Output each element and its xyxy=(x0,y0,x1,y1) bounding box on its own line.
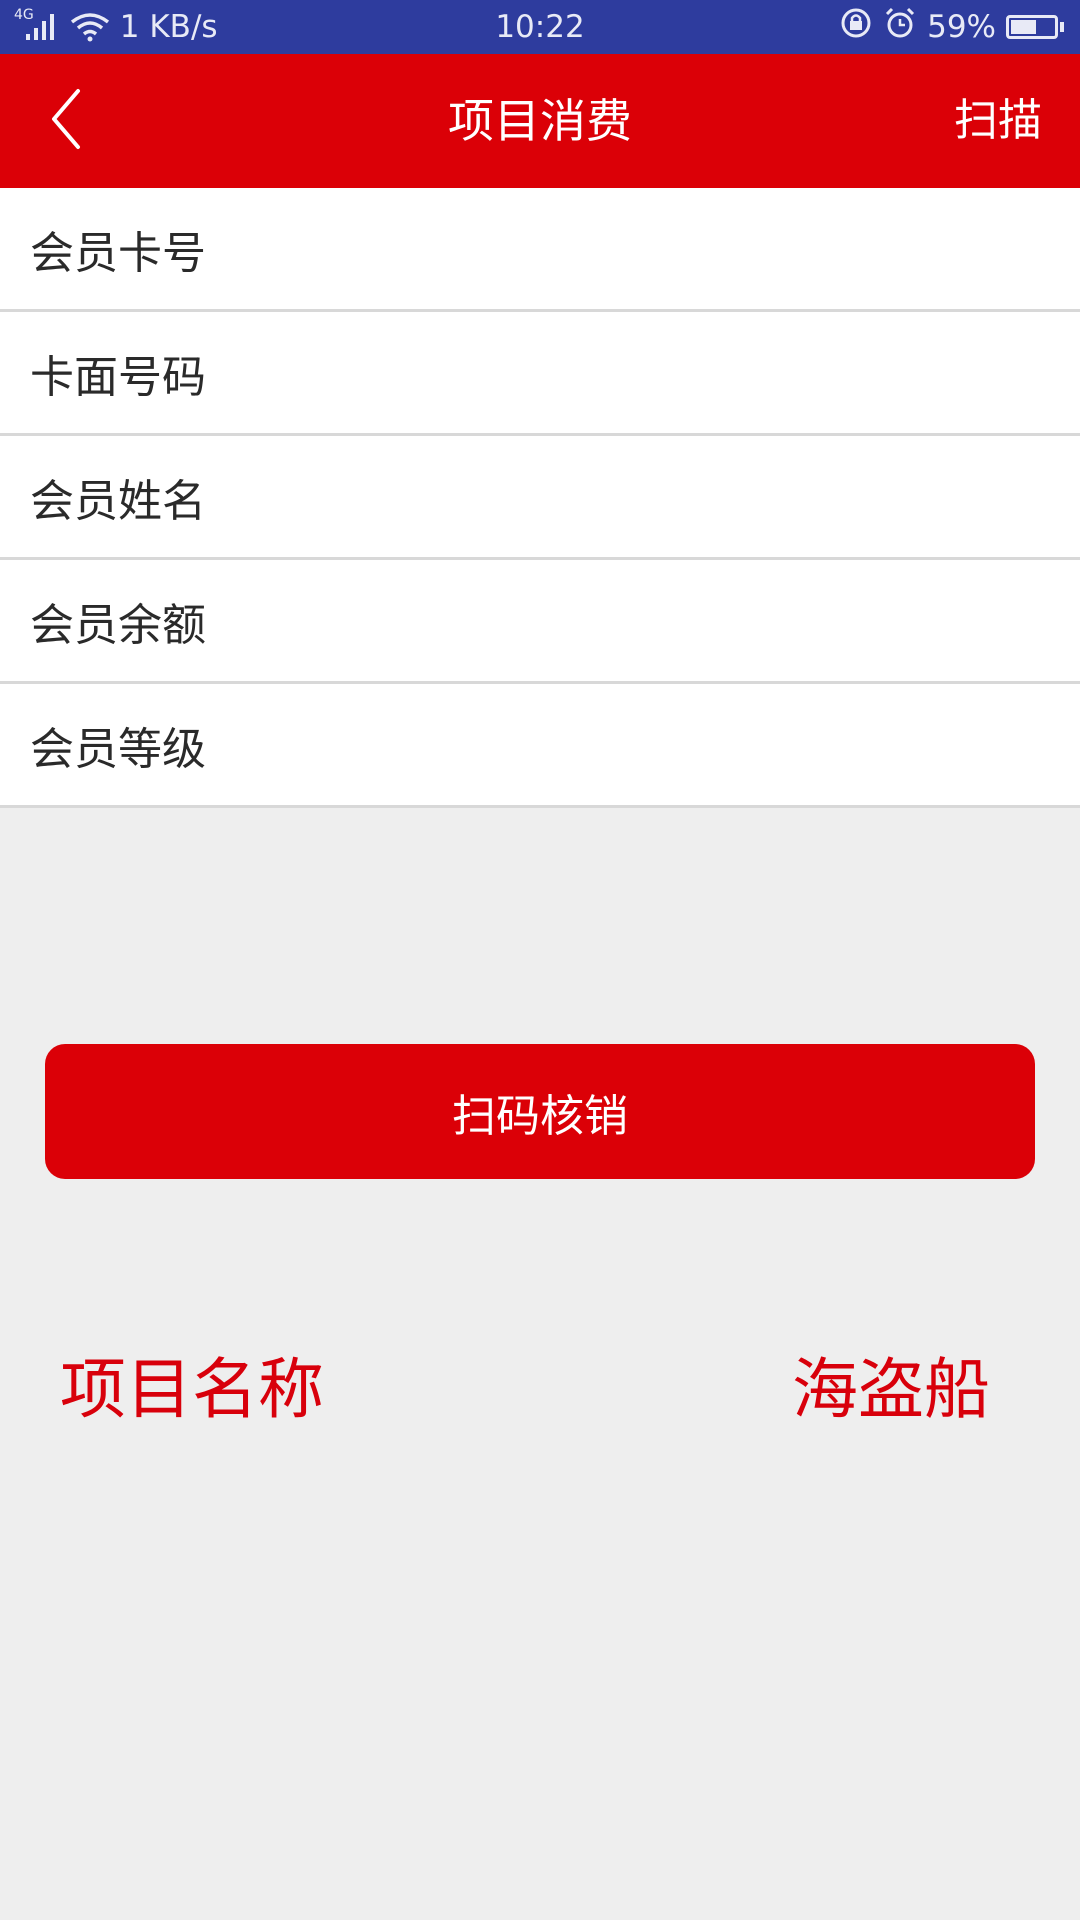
page-title: 项目消费 xyxy=(448,94,632,148)
member-card-number-label: 会员卡号 xyxy=(30,227,206,279)
member-balance-row[interactable]: 会员余额 xyxy=(0,560,1080,684)
battery-level xyxy=(1011,20,1036,34)
project-name-label: 项目名称 xyxy=(60,1351,324,1428)
member-info-list: 会员卡号 卡面号码 会员姓名 会员余额 会员等级 xyxy=(0,188,1080,808)
rotation-lock-icon xyxy=(839,6,873,48)
card-face-number-row[interactable]: 卡面号码 xyxy=(0,312,1080,436)
scan-button[interactable]: 扫描 xyxy=(954,54,1042,188)
chevron-left-icon xyxy=(48,87,88,155)
member-name-row[interactable]: 会员姓名 xyxy=(0,436,1080,560)
status-bar: 4G 1 KB/s 10:22 59% xyxy=(0,0,1080,54)
member-name-label: 会员姓名 xyxy=(30,475,206,527)
project-name-value: 海盗船 xyxy=(792,1351,990,1428)
member-balance-label: 会员余额 xyxy=(30,599,206,651)
status-right-group: 59% xyxy=(829,0,1064,54)
alarm-icon xyxy=(883,6,917,48)
card-face-number-label: 卡面号码 xyxy=(30,351,206,403)
member-card-number-row[interactable]: 会员卡号 xyxy=(0,188,1080,312)
battery-cap xyxy=(1060,22,1064,32)
project-info-row: 项目名称 海盗船 xyxy=(60,1348,990,1432)
battery-percent: 59% xyxy=(927,9,996,45)
app-header: 项目消费 扫描 xyxy=(0,54,1080,188)
member-level-row[interactable]: 会员等级 xyxy=(0,684,1080,808)
scan-verify-button[interactable]: 扫码核销 xyxy=(45,1044,1035,1179)
member-level-label: 会员等级 xyxy=(30,723,206,775)
battery-icon xyxy=(1006,15,1058,39)
back-button[interactable] xyxy=(30,82,106,160)
